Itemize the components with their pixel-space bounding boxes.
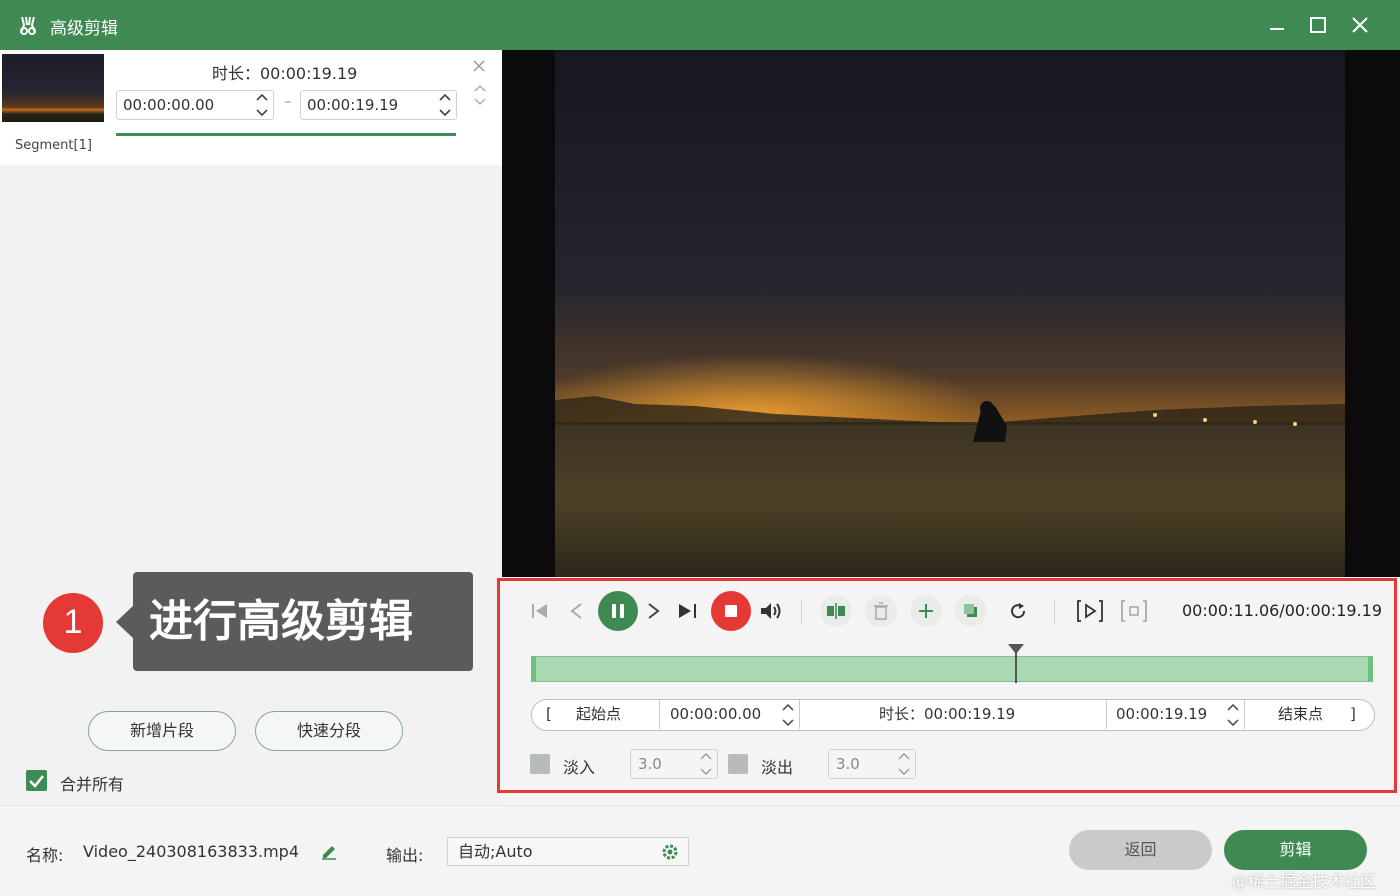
fade-in-value: 3.0 bbox=[638, 755, 662, 773]
fade-out-value: 3.0 bbox=[836, 755, 860, 773]
minimize-button[interactable] bbox=[1262, 10, 1292, 40]
close-bracket: ] bbox=[1350, 705, 1356, 723]
remove-segment-icon[interactable] bbox=[472, 58, 486, 77]
playback-controls-panel: 00:00:11.06/00:00:19.19 [ 起始点 00:00:00.0… bbox=[497, 578, 1397, 793]
jump-to-end-icon[interactable] bbox=[674, 599, 700, 623]
video-frame bbox=[555, 50, 1345, 577]
back-button[interactable]: 返回 bbox=[1069, 830, 1212, 870]
timeline-track[interactable] bbox=[531, 656, 1373, 682]
segment-duration: 时长：00:00:19.19 bbox=[212, 64, 358, 83]
fade-out-duration-field[interactable]: 3.0 bbox=[828, 749, 916, 779]
segment-card[interactable]: Segment[1] 时长：00:00:19.19 00:00:00.00 – … bbox=[0, 50, 502, 165]
stepper-icon[interactable] bbox=[699, 751, 713, 777]
segment-progress-line bbox=[116, 133, 456, 136]
segment-end-time-value: 00:00:19.19 bbox=[307, 96, 399, 114]
window-title: 高级剪辑 bbox=[50, 19, 118, 39]
move-segment-down-icon[interactable] bbox=[474, 92, 486, 111]
time-readout: 00:00:11.06/00:00:19.19 bbox=[1182, 601, 1382, 620]
divider bbox=[659, 700, 660, 729]
output-format-value: 自动;Auto bbox=[458, 842, 533, 861]
split-icon[interactable] bbox=[820, 595, 852, 627]
divider bbox=[799, 700, 800, 729]
segment-start-time-value: 00:00:00.00 bbox=[123, 96, 215, 114]
fade-in-label: 淡入 bbox=[563, 758, 596, 777]
maximize-button[interactable] bbox=[1303, 10, 1333, 40]
output-label: 输出: bbox=[386, 846, 424, 865]
callout-pointer bbox=[116, 605, 134, 639]
stop-button[interactable] bbox=[711, 591, 751, 631]
divider bbox=[801, 599, 802, 625]
previous-frame-icon[interactable] bbox=[564, 599, 588, 623]
fade-out-label: 淡出 bbox=[761, 758, 794, 777]
segment-label: Segment[1] bbox=[15, 138, 92, 153]
volume-icon[interactable] bbox=[758, 598, 786, 624]
pause-button[interactable] bbox=[598, 591, 638, 631]
title-bar: 高级剪辑 bbox=[0, 0, 1400, 50]
segment-start-time-field[interactable]: 00:00:00.00 bbox=[116, 90, 274, 120]
edit-name-icon[interactable] bbox=[318, 840, 340, 862]
step-badge: 1 bbox=[43, 593, 103, 653]
segment-frame-icon[interactable] bbox=[1118, 595, 1150, 627]
playhead[interactable] bbox=[1014, 645, 1017, 683]
close-window-button[interactable] bbox=[1345, 10, 1375, 40]
trim-duration: 时长：00:00:19.19 bbox=[879, 705, 1016, 723]
merge-all-checkbox[interactable] bbox=[26, 770, 47, 791]
open-bracket: [ bbox=[546, 705, 552, 723]
output-filename: Video_240308163833.mp4 bbox=[83, 842, 299, 861]
annotation-callout: 进行高级剪辑 bbox=[133, 572, 473, 671]
add-segment-button[interactable]: 新增片段 bbox=[88, 711, 236, 751]
merge-all-label: 合并所有 bbox=[60, 775, 125, 794]
fade-out-checkbox[interactable] bbox=[728, 754, 748, 774]
divider bbox=[1244, 700, 1245, 729]
segment-thumbnail[interactable] bbox=[2, 54, 104, 122]
reset-icon[interactable] bbox=[1002, 595, 1034, 627]
set-start-button[interactable]: 起始点 bbox=[576, 700, 621, 729]
set-end-button[interactable]: 结束点 bbox=[1278, 700, 1323, 729]
preview-segment-icon[interactable] bbox=[1074, 595, 1106, 627]
stepper-icon[interactable] bbox=[255, 92, 269, 118]
settings-gear-icon[interactable] bbox=[660, 842, 680, 870]
stepper-icon[interactable] bbox=[781, 702, 795, 728]
output-format-select[interactable]: 自动;Auto bbox=[447, 837, 689, 866]
add-icon[interactable] bbox=[910, 595, 942, 627]
trim-end-time[interactable]: 00:00:19.19 bbox=[1116, 700, 1207, 729]
divider bbox=[1106, 700, 1107, 729]
trim-bar: [ 起始点 00:00:00.00 时长：00:00:19.19 00:00:1… bbox=[531, 699, 1375, 731]
stepper-icon[interactable] bbox=[897, 751, 911, 777]
timeline-end-handle[interactable] bbox=[1368, 657, 1373, 681]
timeline-start-handle[interactable] bbox=[531, 657, 536, 681]
divider bbox=[1054, 599, 1055, 625]
cut-button[interactable]: 剪辑 bbox=[1224, 830, 1367, 870]
bottom-bar: 名称: Video_240308163833.mp4 输出: 自动;Auto 返… bbox=[0, 805, 1400, 896]
delete-icon[interactable] bbox=[865, 595, 897, 627]
stepper-icon[interactable] bbox=[438, 92, 452, 118]
time-range-separator: – bbox=[284, 94, 291, 110]
segment-panel: Segment[1] 时长：00:00:19.19 00:00:00.00 – … bbox=[0, 50, 502, 805]
fade-in-checkbox[interactable] bbox=[530, 754, 550, 774]
segment-end-time-field[interactable]: 00:00:19.19 bbox=[300, 90, 457, 120]
quick-split-button[interactable]: 快速分段 bbox=[255, 711, 403, 751]
app-logo-icon bbox=[16, 13, 40, 37]
trim-start-time[interactable]: 00:00:00.00 bbox=[670, 700, 761, 729]
video-preview[interactable] bbox=[502, 50, 1400, 577]
next-frame-icon[interactable] bbox=[642, 599, 666, 623]
name-label: 名称: bbox=[26, 846, 64, 865]
stepper-icon[interactable] bbox=[1226, 702, 1240, 728]
watermark: @稀土掘金技术社区 bbox=[1232, 872, 1377, 891]
copy-icon[interactable] bbox=[955, 595, 987, 627]
jump-to-start-icon[interactable] bbox=[528, 599, 552, 623]
fade-in-duration-field[interactable]: 3.0 bbox=[630, 749, 718, 779]
